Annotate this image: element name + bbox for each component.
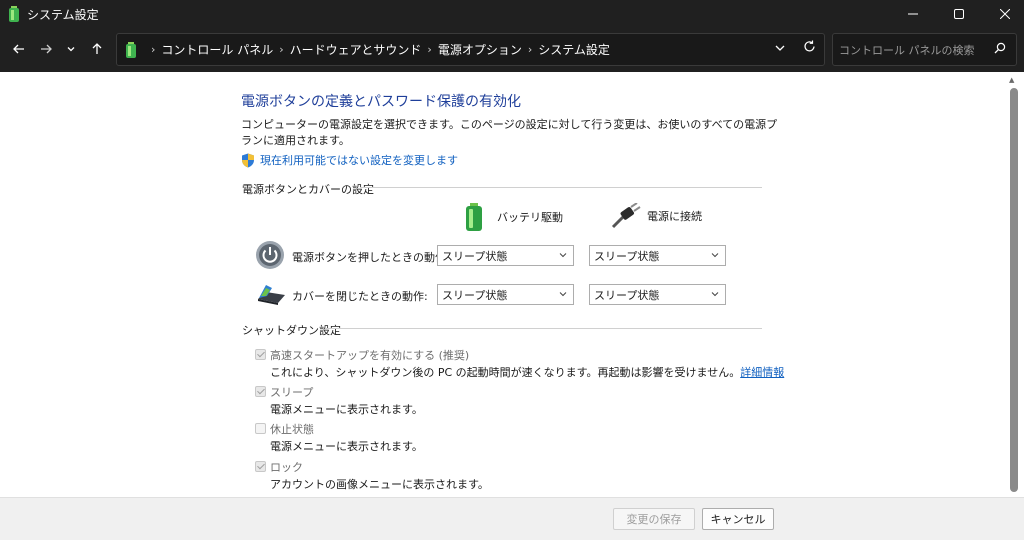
battery-app-icon xyxy=(9,6,19,22)
power-button-battery-select[interactable]: スリープ状態 xyxy=(437,245,574,266)
chevron-down-icon xyxy=(775,45,785,51)
back-button[interactable] xyxy=(6,36,32,62)
fast-startup-checkbox[interactable] xyxy=(255,349,266,360)
breadcrumb-separator-icon: › xyxy=(151,43,156,56)
close-button[interactable] xyxy=(982,0,1024,28)
forward-arrow-icon xyxy=(41,44,52,54)
breadcrumb-separator-icon: › xyxy=(527,43,533,56)
recent-locations-button[interactable] xyxy=(58,36,84,62)
sleep-label: スリープ xyxy=(270,386,314,399)
close-icon xyxy=(1000,9,1010,19)
breadcrumb-separator-icon: › xyxy=(427,43,432,56)
fast-startup-description-text: これにより、シャットダウン後の PC の起動時間が速くなります。再起動は影響を受… xyxy=(270,366,741,379)
hibernate-checkbox[interactable] xyxy=(255,423,266,434)
plugged-column-label: 電源に接続 xyxy=(647,210,702,223)
group-divider xyxy=(360,187,762,188)
address-dropdown-button[interactable] xyxy=(774,42,786,57)
refresh-button[interactable] xyxy=(803,40,816,57)
search-icon xyxy=(994,42,1006,54)
refresh-icon xyxy=(804,40,815,52)
group-divider xyxy=(325,328,762,329)
select-value: スリープ状態 xyxy=(594,249,660,263)
select-value: スリープ状態 xyxy=(594,288,660,302)
maximize-icon xyxy=(954,9,964,19)
breadcrumb-hardware-sound[interactable]: ハードウェアとサウンド xyxy=(290,41,422,58)
hibernate-description: 電源メニューに表示されます。 xyxy=(270,440,423,453)
lock-checkbox[interactable] xyxy=(255,461,266,472)
lid-close-battery-select[interactable]: スリープ状態 xyxy=(437,284,574,305)
scroll-up-icon[interactable]: ▲ xyxy=(1009,76,1014,84)
lid-close-action-label: カバーを閉じたときの動作: xyxy=(292,290,428,303)
battery-icon xyxy=(466,203,482,231)
details-link[interactable]: 詳細情報 xyxy=(740,366,784,379)
plugged-column-header: 電源に接続 xyxy=(611,203,702,229)
power-button-action-label: 電源ボタンを押したときの動作: xyxy=(292,251,450,264)
save-changes-button[interactable]: 変更の保存 xyxy=(613,508,695,530)
power-button-plugged-select[interactable]: スリープ状態 xyxy=(589,245,726,266)
breadcrumb-power-options[interactable]: 電源オプション xyxy=(438,41,522,58)
search-input[interactable] xyxy=(839,41,989,59)
select-value: スリープ状態 xyxy=(442,249,508,263)
page-intro: コンピューターの電源設定を選択できます。このページの設定に対して行う変更は、お使… xyxy=(241,118,778,147)
window-title: システム設定 xyxy=(27,7,99,22)
breadcrumb-control-panel[interactable]: コントロール パネル xyxy=(161,41,273,58)
breadcrumb-separator-icon: › xyxy=(279,43,284,56)
sleep-checkbox[interactable] xyxy=(255,386,266,397)
lock-description: アカウントの画像メニューに表示されます。 xyxy=(270,478,489,491)
fast-startup-label: 高速スタートアップを有効にする (推奨) xyxy=(270,349,470,362)
shutdown-group-title: シャットダウン設定 xyxy=(242,324,341,337)
maximize-button[interactable] xyxy=(936,0,982,28)
up-arrow-icon xyxy=(92,43,102,54)
battery-location-icon xyxy=(126,41,136,58)
battery-column-label: バッテリ駆動 xyxy=(497,211,563,224)
vertical-scrollbar[interactable] xyxy=(1010,88,1018,492)
select-value: スリープ状態 xyxy=(442,288,508,302)
back-arrow-icon xyxy=(13,44,24,54)
chevron-down-icon xyxy=(67,47,75,52)
power-button-icon xyxy=(256,241,284,269)
breadcrumb-system-settings[interactable]: システム設定 xyxy=(538,41,610,58)
address-bar[interactable]: › コントロール パネル › ハードウェアとサウンド › 電源オプション › シ… xyxy=(116,33,825,66)
power-plug-icon xyxy=(611,203,641,229)
minimize-icon xyxy=(908,13,918,15)
hibernate-label: 休止状態 xyxy=(270,423,314,436)
sleep-description: 電源メニューに表示されます。 xyxy=(270,403,423,416)
system-settings-window: システム設定 › コントロール パネル › ハードウェアとサウンド › 電源オプ… xyxy=(0,0,1024,540)
cancel-button[interactable]: キャンセル xyxy=(702,508,774,530)
chevron-down-icon xyxy=(559,292,567,297)
fast-startup-description: これにより、シャットダウン後の PC の起動時間が速くなります。再起動は影響を受… xyxy=(270,364,784,380)
footer-bar xyxy=(0,497,1024,540)
forward-button[interactable] xyxy=(33,36,59,62)
title-bar: システム設定 xyxy=(0,0,1024,28)
laptop-lid-icon xyxy=(258,285,285,305)
chevron-down-icon xyxy=(711,253,719,258)
lock-label: ロック xyxy=(270,461,303,474)
chevron-down-icon xyxy=(559,253,567,258)
page-title: 電源ボタンの定義とパスワード保護の有効化 xyxy=(241,94,521,110)
uac-link-label: 現在利用可能ではない設定を変更します xyxy=(260,154,458,167)
lid-close-plugged-select[interactable]: スリープ状態 xyxy=(589,284,726,305)
change-unavailable-settings-link[interactable]: 現在利用可能ではない設定を変更します xyxy=(241,152,458,168)
battery-column-header: バッテリ駆動 xyxy=(465,203,563,231)
uac-shield-icon xyxy=(242,153,254,167)
power-button-group-title: 電源ボタンとカバーの設定 xyxy=(242,183,374,196)
up-button[interactable] xyxy=(84,36,110,62)
chevron-down-icon xyxy=(711,292,719,297)
minimize-button[interactable] xyxy=(890,0,936,28)
search-box[interactable] xyxy=(832,33,1017,66)
